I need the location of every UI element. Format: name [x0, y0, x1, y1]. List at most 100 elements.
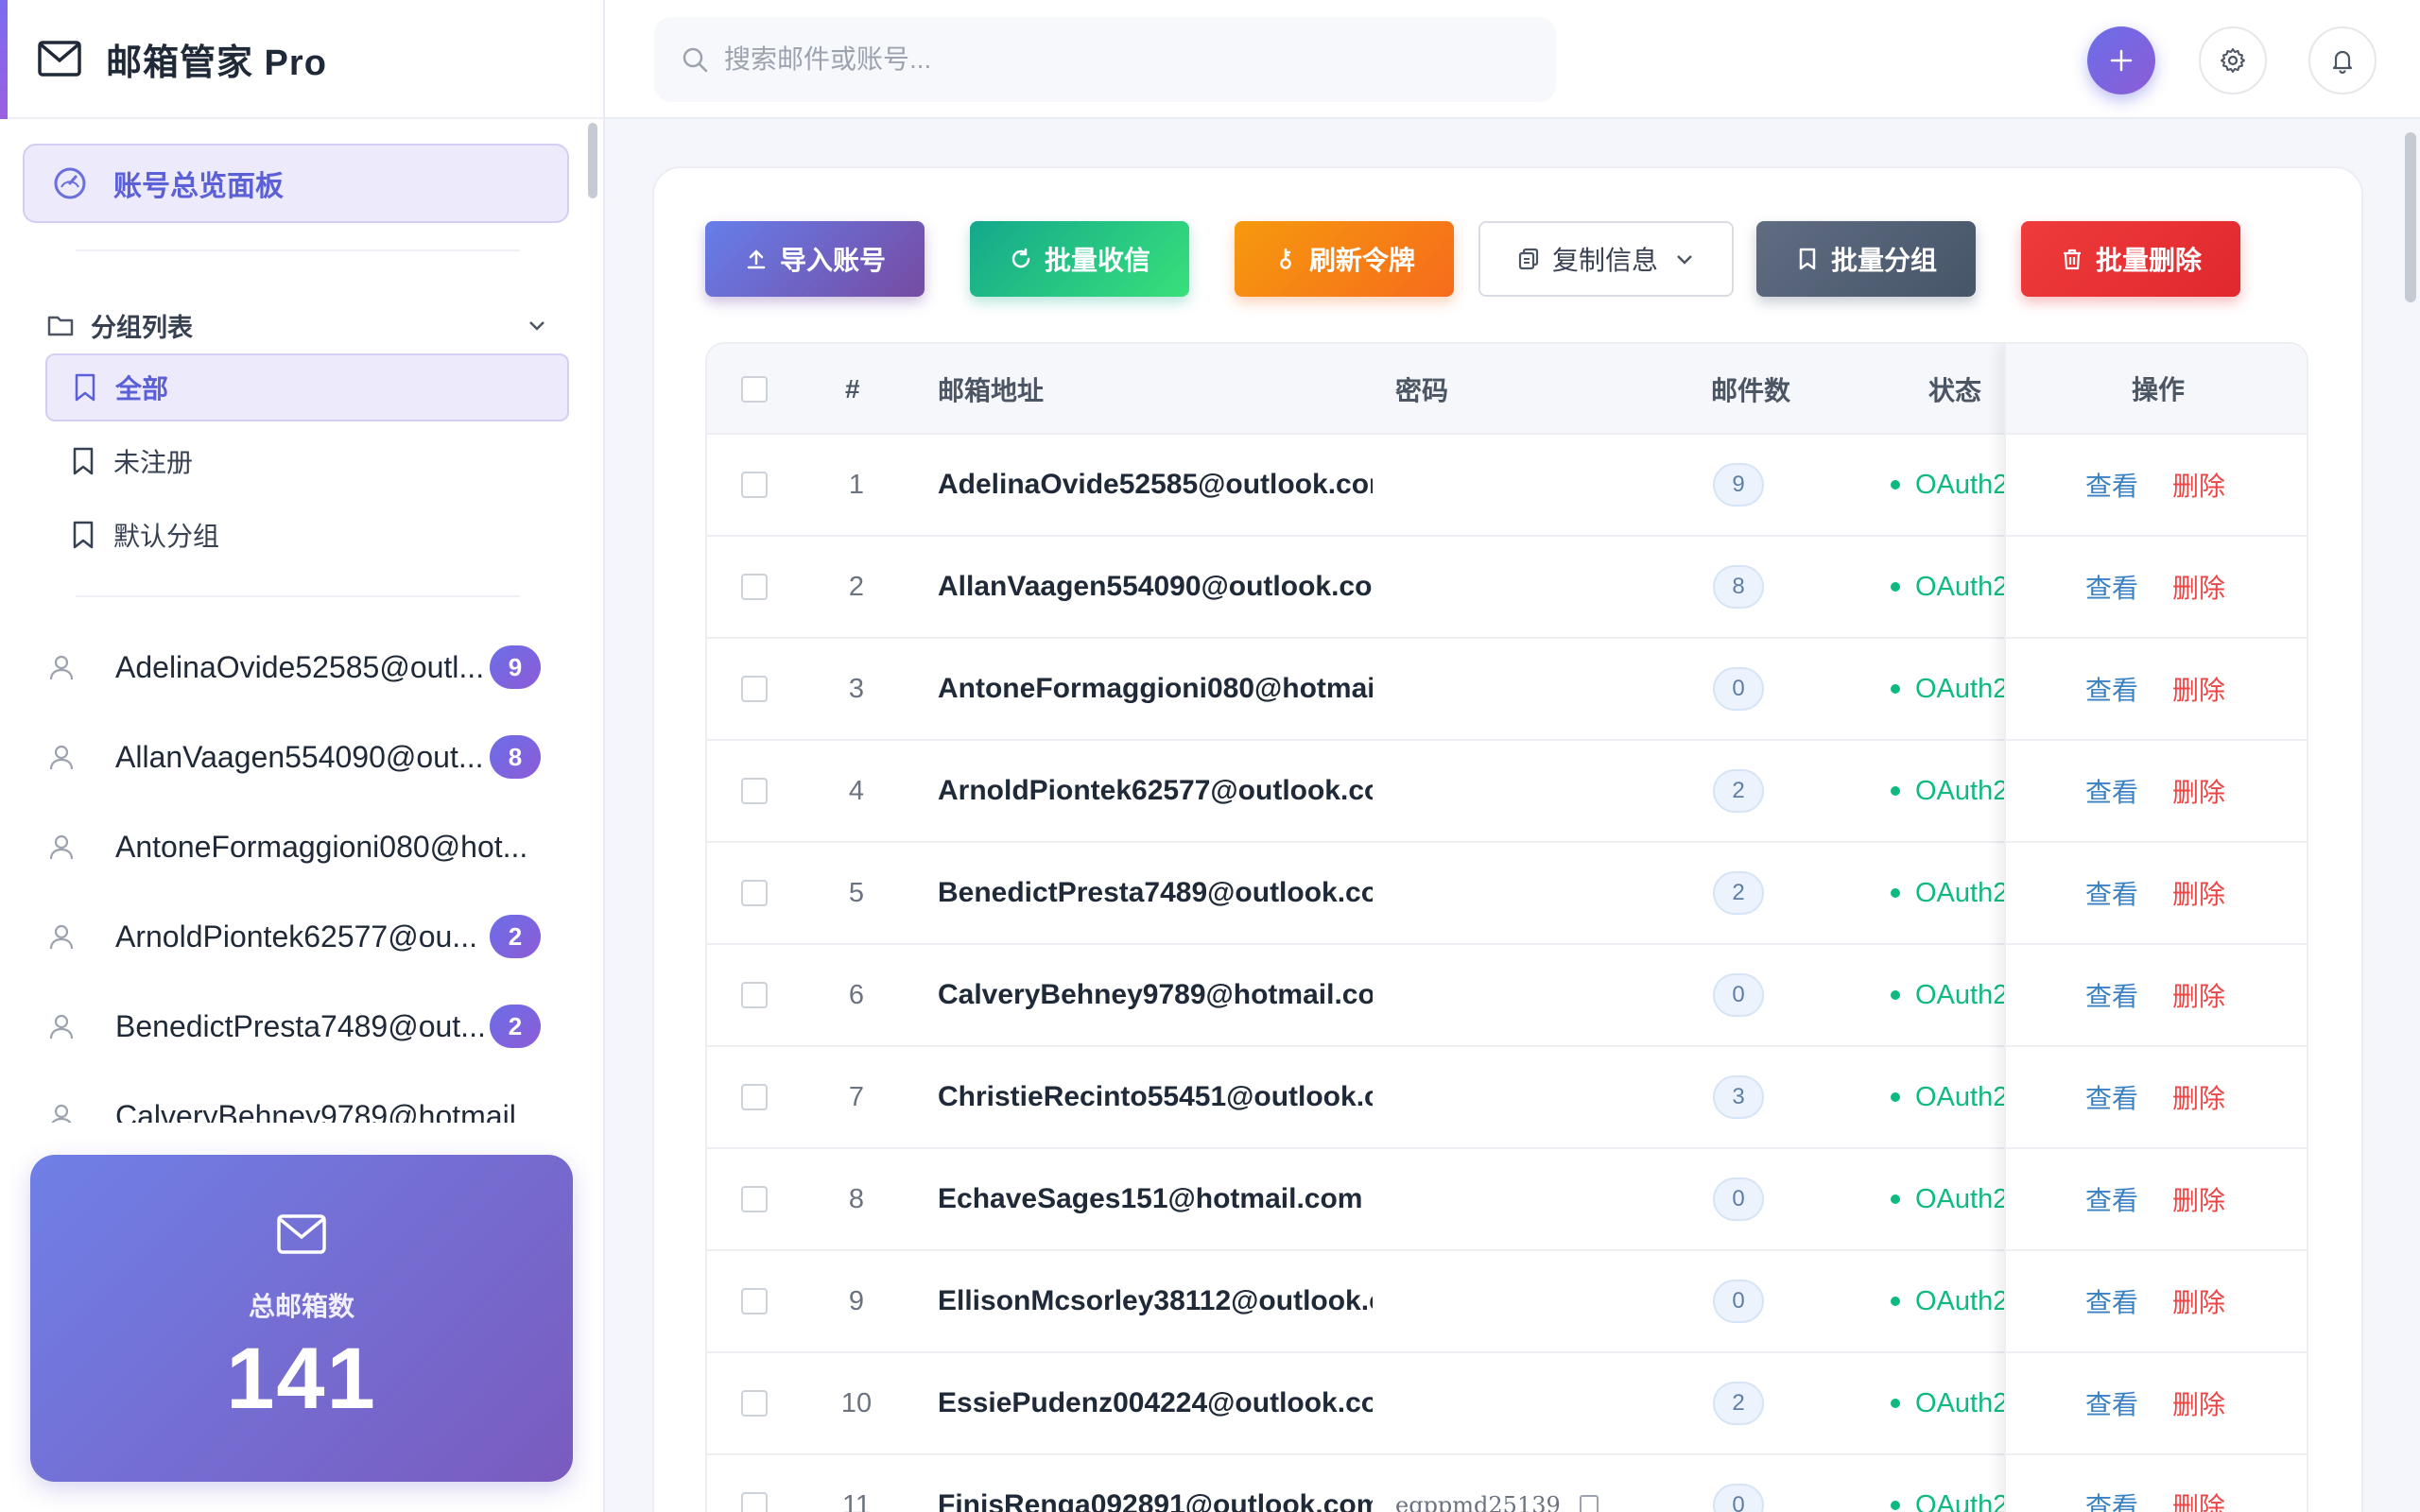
status-dot: [1891, 684, 1900, 694]
account-item[interactable]: ArnoldPiontek62577@ou... 2: [47, 899, 558, 974]
delete-link[interactable]: 删除: [2172, 976, 2225, 1014]
row-status: OAuth2: [1891, 945, 2004, 1045]
delete-link[interactable]: 删除: [2172, 568, 2225, 606]
view-link[interactable]: 查看: [2085, 1282, 2138, 1320]
row-mail-count: 0: [1713, 945, 1764, 1045]
row-actions: 查看 删除: [2006, 1455, 2307, 1512]
row-select-cell[interactable]: [741, 1251, 768, 1351]
row-checkbox[interactable]: [741, 982, 768, 1008]
row-checkbox[interactable]: [741, 676, 768, 702]
add-button[interactable]: [2087, 26, 2155, 94]
dashboard-button[interactable]: 账号总览面板: [23, 144, 569, 223]
group-list-toggle[interactable]: 分组列表: [47, 297, 548, 353]
row-status: OAuth2: [1891, 537, 2004, 637]
delete-link[interactable]: 删除: [2172, 874, 2225, 912]
batch-group-button[interactable]: 批量分组: [1756, 221, 1976, 297]
row-select-cell[interactable]: [741, 1353, 768, 1453]
status-text: OAuth2: [1915, 1285, 2004, 1316]
row-checkbox[interactable]: [741, 778, 768, 804]
row-checkbox[interactable]: [741, 1084, 768, 1110]
mail-icon: [277, 1214, 326, 1254]
row-number: 5: [848, 877, 865, 908]
row-checkbox[interactable]: [741, 1390, 768, 1417]
mail-count-badge: 8: [1713, 565, 1764, 609]
row-select-cell[interactable]: [741, 435, 768, 535]
status-text: OAuth2: [1915, 1387, 2004, 1418]
accounts-panel: 导入账号 批量收信 刷新令牌 复制信息 批量分组 批量删除 # 邮箱地址 密码 …: [652, 166, 2363, 1512]
refresh-token-button[interactable]: 刷新令牌: [1235, 221, 1454, 297]
delete-link[interactable]: 删除: [2172, 1180, 2225, 1218]
dashboard-label: 账号总览面板: [113, 171, 284, 202]
row-select-cell[interactable]: [741, 1149, 768, 1249]
bookmark-icon: [1799, 248, 1816, 270]
row-number: 8: [848, 1183, 865, 1214]
mail-count-badge: 0: [1713, 1484, 1764, 1512]
batch-fetch-button[interactable]: 批量收信: [970, 221, 1189, 297]
search-input[interactable]: [724, 44, 1480, 75]
group-item-unregistered[interactable]: 未注册: [45, 427, 569, 495]
view-link[interactable]: 查看: [2085, 772, 2138, 810]
select-all-cell[interactable]: [741, 344, 768, 435]
group-item-all[interactable]: 全部: [45, 353, 569, 421]
view-link[interactable]: 查看: [2085, 568, 2138, 606]
row-checkbox[interactable]: [741, 1186, 768, 1212]
row-select-cell[interactable]: [741, 741, 768, 841]
copy-info-dropdown[interactable]: 复制信息: [1478, 221, 1734, 297]
row-status: OAuth2: [1891, 1251, 2004, 1351]
view-link[interactable]: 查看: [2085, 874, 2138, 912]
row-select-cell[interactable]: [741, 945, 768, 1045]
brand[interactable]: 邮箱管家 Pro: [0, 0, 603, 119]
copy-icon[interactable]: [1579, 1495, 1599, 1512]
group-item-default[interactable]: 默认分组: [45, 501, 569, 569]
row-select-cell[interactable]: [741, 639, 768, 739]
total-mailbox-card: 总邮箱数 141: [30, 1155, 573, 1482]
account-item[interactable]: AntoneFormaggioni080@hot...: [47, 809, 558, 885]
row-select-cell[interactable]: [741, 1455, 768, 1512]
select-all-checkbox[interactable]: [741, 376, 768, 403]
row-checkbox[interactable]: [741, 1288, 768, 1314]
delete-link[interactable]: 删除: [2172, 670, 2225, 708]
view-link[interactable]: 查看: [2085, 1486, 2138, 1512]
view-link[interactable]: 查看: [2085, 1180, 2138, 1218]
settings-button[interactable]: [2199, 26, 2267, 94]
row-checkbox[interactable]: [741, 1492, 768, 1512]
search-box[interactable]: [654, 17, 1556, 102]
password-text: eqppmd25139: [1395, 1492, 1561, 1512]
folder-icon: [47, 316, 74, 336]
delete-link[interactable]: 删除: [2172, 1384, 2225, 1422]
delete-link[interactable]: 删除: [2172, 1078, 2225, 1116]
mail-count-badge: 9: [1713, 463, 1764, 507]
row-checkbox[interactable]: [741, 472, 768, 498]
row-checkbox[interactable]: [741, 880, 768, 906]
main-scrollbar[interactable]: [2405, 132, 2416, 302]
delete-link[interactable]: 删除: [2172, 466, 2225, 504]
account-item[interactable]: BenedictPresta7489@out... 2: [47, 988, 558, 1064]
row-select-cell[interactable]: [741, 1047, 768, 1147]
view-link[interactable]: 查看: [2085, 976, 2138, 1014]
delete-link[interactable]: 删除: [2172, 1282, 2225, 1320]
delete-link[interactable]: 删除: [2172, 772, 2225, 810]
row-select-cell[interactable]: [741, 843, 768, 943]
row-select-cell[interactable]: [741, 537, 768, 637]
sidebar-scrollbar[interactable]: [588, 123, 597, 198]
gear-icon: [2221, 48, 2245, 73]
view-link[interactable]: 查看: [2085, 1078, 2138, 1116]
status-text: OAuth2: [1915, 571, 2004, 602]
gauge-icon: [54, 167, 86, 199]
row-number: 7: [848, 1081, 865, 1112]
delete-link[interactable]: 删除: [2172, 1486, 2225, 1512]
notifications-button[interactable]: [2308, 26, 2377, 94]
account-name: AllanVaagen554090@out...: [115, 739, 484, 774]
account-item[interactable]: AdelinaOvide52585@outl... 9: [47, 629, 558, 705]
import-accounts-button[interactable]: 导入账号: [705, 221, 925, 297]
view-link[interactable]: 查看: [2085, 1384, 2138, 1422]
account-item[interactable]: CalveryBehney9789@hotmail...: [47, 1078, 558, 1123]
view-link[interactable]: 查看: [2085, 466, 2138, 504]
account-item[interactable]: AllanVaagen554090@out... 8: [47, 719, 558, 795]
batch-delete-button[interactable]: 批量删除: [2021, 221, 2240, 297]
status-dot: [1891, 888, 1900, 898]
row-checkbox[interactable]: [741, 574, 768, 600]
row-email: CalveryBehney9789@hotmail.com: [938, 979, 1373, 1010]
view-link[interactable]: 查看: [2085, 670, 2138, 708]
key-icon: [1280, 248, 1291, 269]
